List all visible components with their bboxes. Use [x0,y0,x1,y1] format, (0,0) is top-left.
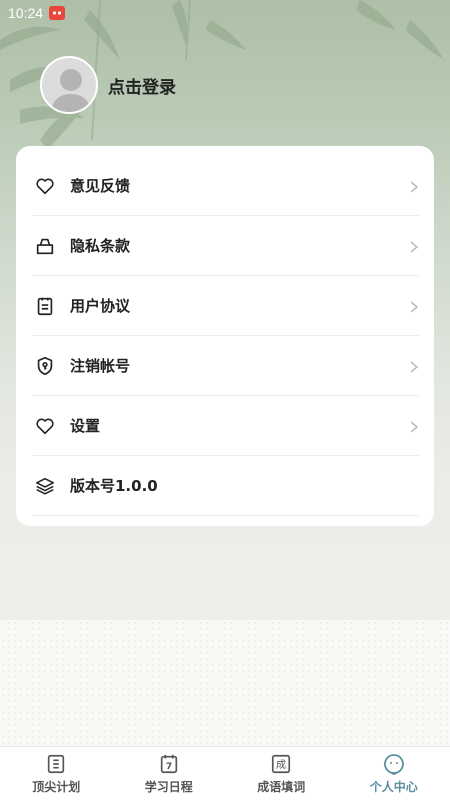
menu-item-label: 设置 [70,417,101,435]
smiley-icon [382,752,406,776]
version-label: 版本号1.0.0 [70,477,158,495]
chevron-right-icon [408,419,420,433]
tab-personal-center[interactable]: 个人中心 [338,747,450,800]
menu-item-delete-account[interactable]: 注销帐号 [32,336,420,396]
chevron-right-icon [408,359,420,373]
svg-text:7: 7 [166,761,172,772]
chevron-right-icon [408,179,420,193]
login-link[interactable]: 点击登录 [108,73,176,98]
chevron-right-icon [408,239,420,253]
avatar[interactable] [40,56,98,114]
menu-item-label: 意见反馈 [70,177,131,195]
bag-icon [34,235,56,257]
page-background [0,620,450,746]
shield-icon [34,355,56,377]
tab-label: 顶尖计划 [32,780,81,794]
tab-label: 成语填词 [257,780,306,794]
menu-item-feedback[interactable]: 意见反馈 [32,156,420,216]
idiom-icon: 成 [269,752,293,776]
tab-top-plan[interactable]: 顶尖计划 [0,747,113,800]
menu-item-label: 注销帐号 [70,357,131,375]
clipboard-icon [34,295,56,317]
tab-label: 学习日程 [144,780,193,794]
layers-icon [34,475,56,497]
heart-icon [34,415,56,437]
menu-item-label: 用户协议 [70,297,131,315]
profile-header[interactable]: 点击登录 [40,56,176,114]
menu-item-label: 隐私条款 [70,237,131,255]
tab-label: 个人中心 [369,780,418,794]
heart-icon [34,175,56,197]
chevron-right-icon [408,299,420,313]
default-user-icon [50,69,92,112]
menu-item-user-agreement[interactable]: 用户协议 [32,276,420,336]
status-time: 10:24 [8,5,44,21]
svg-text:成: 成 [276,759,286,771]
menu-item-privacy[interactable]: 隐私条款 [32,216,420,276]
list-icon [44,752,68,776]
bottom-tab-bar: 顶尖计划 7 学习日程 成 成语填词 个人中心 [0,746,450,800]
status-bar: 10:24 [0,0,450,26]
settings-menu: 意见反馈 隐私条款 用户协议 注销帐号 设置 版本号1.0.0 [16,146,434,526]
app-notification-icon [49,6,66,20]
tab-idiom-fill[interactable]: 成 成语填词 [225,747,338,800]
calendar-icon: 7 [157,752,181,776]
menu-item-settings[interactable]: 设置 [32,396,420,456]
tab-study-schedule[interactable]: 7 学习日程 [113,747,226,800]
menu-item-version: 版本号1.0.0 [32,456,420,516]
